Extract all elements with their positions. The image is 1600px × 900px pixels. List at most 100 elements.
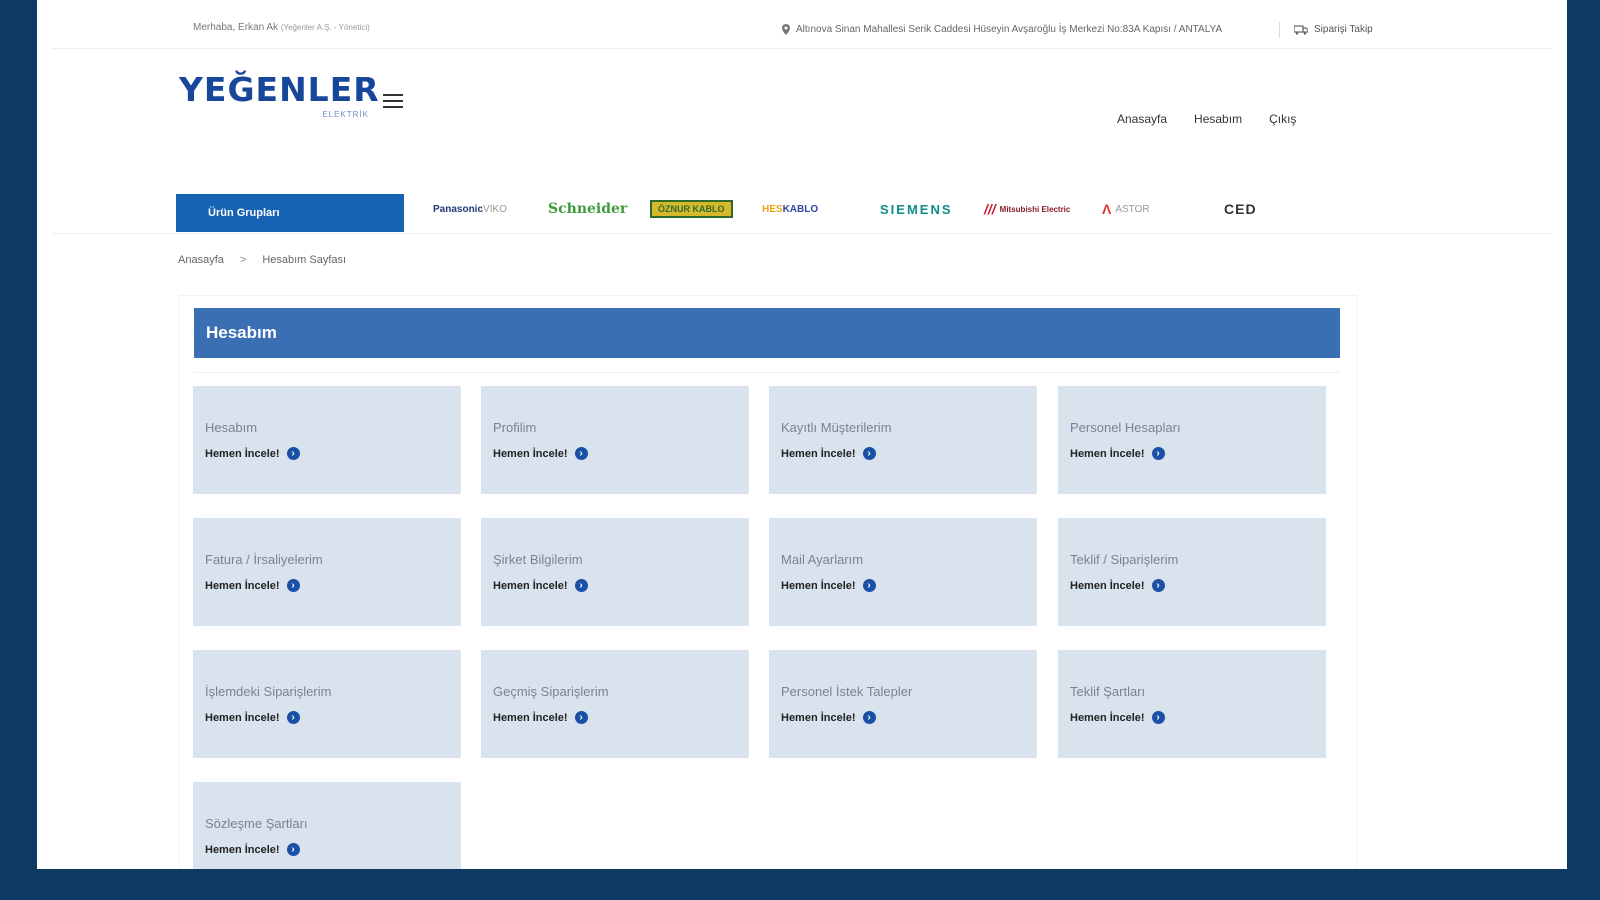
- mitsubishi-mark-icon: ///: [984, 201, 996, 217]
- brand-mitsubishi-text: Mitsubishi Electric: [999, 204, 1071, 214]
- location-pin-icon: [782, 24, 790, 35]
- account-card-title: Profilim: [493, 420, 537, 435]
- menu-icon[interactable]: [383, 94, 403, 108]
- breadcrumb-current: Hesabım Sayfası: [262, 254, 347, 266]
- view-now-link[interactable]: Hemen İncele! ›: [1070, 447, 1314, 460]
- account-card-title: Sözleşme Şartları: [205, 816, 308, 831]
- main-nav: Anasayfa Hesabım Çıkış: [1117, 112, 1296, 126]
- brand-hes-kablo-text: KABLO: [782, 203, 819, 215]
- brand-hes-logo[interactable]: HES KABLO: [762, 197, 818, 221]
- view-now-link[interactable]: Hemen İncele! ›: [493, 711, 737, 724]
- view-now-label: Hemen İncele!: [493, 579, 568, 592]
- view-now-link[interactable]: Hemen İncele! ›: [781, 579, 1025, 592]
- brand-oznur-logo[interactable]: ÖZNUR KABLO: [650, 197, 733, 221]
- view-now-label: Hemen İncele!: [493, 711, 568, 724]
- arrow-right-circle-icon: ›: [286, 579, 300, 592]
- account-card[interactable]: Geçmiş Siparişlerim Hemen İncele! ›: [481, 650, 749, 758]
- account-card[interactable]: Personel Hesapları Hemen İncele! ›: [1058, 386, 1326, 494]
- account-card[interactable]: Fatura / İrsaliyelerim Hemen İncele! ›: [193, 518, 461, 626]
- divider: [1279, 22, 1280, 38]
- brand-schneider-text: Schneider: [548, 201, 628, 217]
- view-now-label: Hemen İncele!: [781, 711, 856, 724]
- arrow-right-circle-icon: ›: [862, 447, 876, 460]
- account-card[interactable]: Mail Ayarlarım Hemen İncele! ›: [769, 518, 1037, 626]
- account-card[interactable]: İşlemdeki Siparişlerim Hemen İncele! ›: [193, 650, 461, 758]
- account-card-title: Şirket Bilgilerim: [493, 552, 583, 567]
- address: Altınova Sinan Mahallesi Serik Caddesi H…: [782, 24, 1222, 35]
- view-now-label: Hemen İncele!: [781, 579, 856, 592]
- user-greeting: Merhaba, Erkan Ak: [193, 22, 279, 33]
- account-card-title: Fatura / İrsaliyelerim: [205, 552, 323, 567]
- account-card[interactable]: Kayıtlı Müşterilerim Hemen İncele! ›: [769, 386, 1037, 494]
- brand-panasonic-logo[interactable]: Panasonic VIKO: [433, 197, 507, 221]
- arrow-right-circle-icon: ›: [862, 711, 876, 724]
- account-card-title: Mail Ayarlarım: [781, 552, 864, 567]
- view-now-link[interactable]: Hemen İncele! ›: [1070, 711, 1314, 724]
- view-now-label: Hemen İncele!: [781, 447, 856, 460]
- account-card[interactable]: Teklif / Siparişlerim Hemen İncele! ›: [1058, 518, 1326, 626]
- brand-hes-text: HES: [762, 203, 783, 215]
- nav-account[interactable]: Hesabım: [1194, 112, 1242, 126]
- brand-ced-text: CED: [1224, 201, 1257, 217]
- logo-subtext: ELEKTRİK: [322, 110, 369, 119]
- account-card[interactable]: Personel İstek Talepler Hemen İncele! ›: [769, 650, 1037, 758]
- view-now-link[interactable]: Hemen İncele! ›: [205, 711, 449, 724]
- order-tracking-link[interactable]: Siparişi Takip: [1294, 24, 1373, 35]
- view-now-label: Hemen İncele!: [205, 843, 280, 856]
- arrow-right-circle-icon: ›: [286, 711, 300, 724]
- arrow-right-circle-icon: ›: [286, 843, 300, 856]
- account-card-title: Personel İstek Talepler: [781, 684, 913, 699]
- arrow-right-circle-icon: ›: [574, 579, 588, 592]
- account-card[interactable]: Hesabım Hemen İncele! ›: [193, 386, 461, 494]
- view-now-label: Hemen İncele!: [205, 579, 280, 592]
- account-card-title: İşlemdeki Siparişlerim: [205, 684, 332, 699]
- view-now-link[interactable]: Hemen İncele! ›: [493, 579, 737, 592]
- account-card-title: Teklif Şartları: [1070, 684, 1146, 699]
- brand-siemens-logo[interactable]: SIEMENS: [880, 197, 953, 221]
- address-text: Altınova Sinan Mahallesi Serik Caddesi H…: [796, 24, 1223, 35]
- view-now-link[interactable]: Hemen İncele! ›: [205, 843, 449, 856]
- page: Merhaba, Erkan Ak (Yeğenler A.Ş. - Yönet…: [37, 0, 1567, 869]
- account-card-title: Hesabım: [205, 420, 258, 435]
- brand-viko-text: VIKO: [483, 203, 507, 215]
- view-now-link[interactable]: Hemen İncele! ›: [205, 579, 449, 592]
- breadcrumb-home[interactable]: Anasayfa: [178, 254, 224, 266]
- view-now-link[interactable]: Hemen İncele! ›: [781, 711, 1025, 724]
- account-card-title: Geçmiş Siparişlerim: [493, 684, 609, 699]
- arrow-right-circle-icon: ›: [862, 579, 876, 592]
- arrow-right-circle-icon: ›: [574, 447, 588, 460]
- arrow-right-circle-icon: ›: [574, 711, 588, 724]
- view-now-link[interactable]: Hemen İncele! ›: [1070, 579, 1314, 592]
- truck-icon: [1294, 24, 1308, 35]
- site-logo[interactable]: YEĞENLER ELEKTRİK: [179, 70, 380, 126]
- brand-astor-logo[interactable]: Λ ASTOR: [1102, 197, 1150, 221]
- account-card[interactable]: Teklif Şartları Hemen İncele! ›: [1058, 650, 1326, 758]
- view-now-label: Hemen İncele!: [1070, 579, 1145, 592]
- view-now-link[interactable]: Hemen İncele! ›: [493, 447, 737, 460]
- view-now-link[interactable]: Hemen İncele! ›: [781, 447, 1025, 460]
- brand-ced-logo[interactable]: CED: [1224, 197, 1257, 221]
- view-now-link[interactable]: Hemen İncele! ›: [205, 447, 449, 460]
- account-card[interactable]: Şirket Bilgilerim Hemen İncele! ›: [481, 518, 749, 626]
- view-now-label: Hemen İncele!: [1070, 711, 1145, 724]
- arrow-right-circle-icon: ›: [1151, 579, 1165, 592]
- breadcrumb: Anasayfa > Hesabım Sayfası: [178, 254, 346, 266]
- top-bar: Merhaba, Erkan Ak (Yeğenler A.Ş. - Yönet…: [52, 0, 1552, 49]
- account-card-title: Kayıtlı Müşterilerim: [781, 420, 892, 435]
- product-groups-button[interactable]: Ürün Grupları: [176, 194, 404, 232]
- brand-mitsubishi-logo[interactable]: /// Mitsubishi Electric: [984, 197, 1070, 221]
- view-now-label: Hemen İncele!: [493, 447, 568, 460]
- arrow-right-circle-icon: ›: [286, 447, 300, 460]
- brand-schneider-logo[interactable]: Schneider: [548, 197, 627, 221]
- welcome-text: Merhaba, Erkan Ak (Yeğenler A.Ş. - Yönet…: [193, 22, 370, 33]
- view-now-label: Hemen İncele!: [205, 447, 280, 460]
- astor-mark-icon: Λ: [1102, 201, 1112, 217]
- account-card[interactable]: Profilim Hemen İncele! ›: [481, 386, 749, 494]
- user-company: (Yeğenler A.Ş. - Yönetici): [280, 23, 370, 32]
- logo-text: YEĞENLER: [179, 70, 380, 109]
- account-card[interactable]: Sözleşme Şartları Hemen İncele! ›: [193, 782, 461, 869]
- nav-logout[interactable]: Çıkış: [1269, 112, 1296, 126]
- nav-home[interactable]: Anasayfa: [1117, 112, 1167, 126]
- order-tracking-label: Siparişi Takip: [1314, 24, 1373, 35]
- view-now-label: Hemen İncele!: [205, 711, 280, 724]
